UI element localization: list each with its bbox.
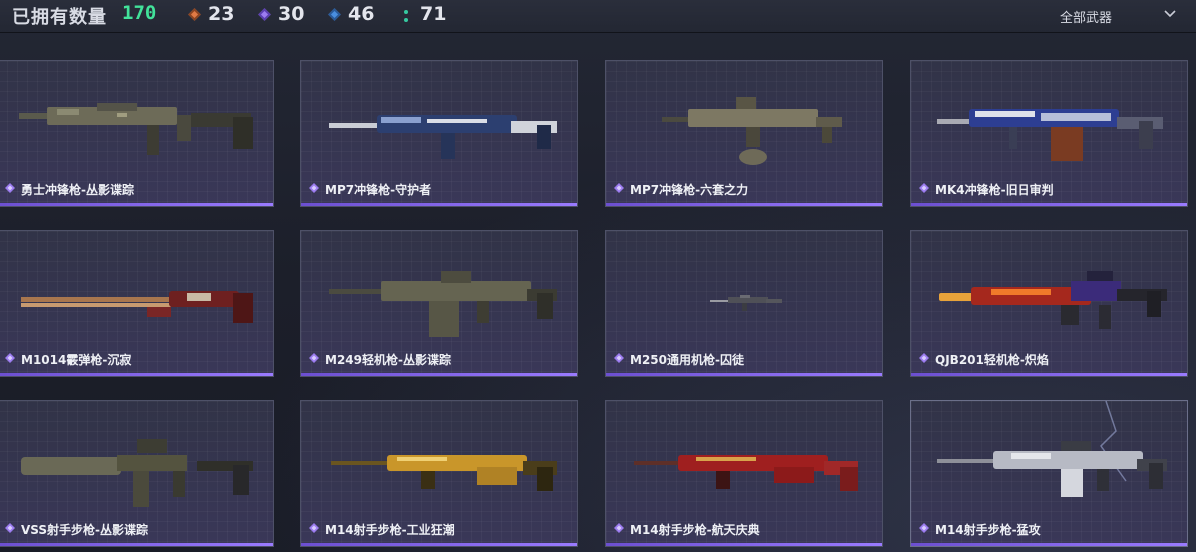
weapon-image [634, 455, 858, 491]
weapon-name: M1014霰弹枪-沉寂 [21, 353, 132, 367]
rarity-bar [606, 373, 882, 376]
collection-header: 已拥有数量 170 23 30 46 71 全部武器 [0, 0, 1196, 33]
weapon-image [19, 103, 253, 155]
rarity-bar [606, 543, 882, 546]
weapon-name: M249轻机枪-丛影谍踪 [325, 353, 451, 367]
weapon-card[interactable]: M14射手步枪-航天庆典 [605, 400, 883, 547]
purple-diamond-icon [614, 353, 624, 363]
blue-rarity-count: 46 [348, 3, 375, 25]
green-rarity-count: 71 [420, 3, 447, 25]
weapon-name: M14射手步枪-航天庆典 [630, 523, 760, 537]
purple-rarity-count: 30 [278, 3, 305, 25]
blue-diamond-icon [328, 8, 341, 21]
purple-diamond-icon [5, 353, 15, 363]
weapon-card[interactable]: M14射手步枪-猛攻 [910, 400, 1188, 547]
weapon-image [937, 401, 1167, 497]
purple-diamond-icon [614, 523, 624, 533]
weapon-image [331, 455, 557, 491]
weapon-name: MK4冲锋枪-旧日审判 [935, 183, 1054, 197]
weapon-card[interactable]: MK4冲锋枪-旧日审判 [910, 60, 1188, 207]
armory-page: 已拥有数量 170 23 30 46 71 全部武器 勇士冲锋枪-丛影谍踪 MP… [0, 0, 1196, 552]
weapon-card[interactable]: VSS射手步枪-丛影谍踪 [0, 400, 274, 547]
weapon-name: M14射手步枪-工业狂潮 [325, 523, 455, 537]
weapon-name: M250通用机枪-囚徒 [630, 353, 744, 367]
rarity-bar [0, 543, 273, 546]
weapon-image [939, 271, 1167, 329]
owned-label: 已拥有数量 [12, 7, 107, 28]
weapon-image [329, 271, 557, 337]
weapon-name: 勇士冲锋枪-丛影谍踪 [21, 183, 134, 197]
weapon-card[interactable]: QJB201轻机枪-炽焰 [910, 230, 1188, 377]
rarity-bar [301, 203, 577, 206]
purple-diamond-icon [919, 183, 929, 193]
weapon-image [662, 97, 842, 165]
rarity-bar [911, 203, 1187, 206]
purple-diamond-icon [309, 183, 319, 193]
green-dots-icon [404, 8, 408, 22]
weapon-image [937, 109, 1163, 161]
rarity-bar [301, 543, 577, 546]
purple-diamond-icon [5, 183, 15, 193]
weapon-name: MP7冲锋枪-六套之力 [630, 183, 749, 197]
weapon-name: M14射手步枪-猛攻 [935, 523, 1041, 537]
rarity-bar [911, 543, 1187, 546]
weapon-card[interactable]: M14射手步枪-工业狂潮 [300, 400, 578, 547]
purple-diamond-icon [309, 523, 319, 533]
weapon-card[interactable]: M250通用机枪-囚徒 [605, 230, 883, 377]
weapon-image [710, 295, 782, 311]
weapon-image [21, 439, 253, 507]
purple-diamond-icon [614, 183, 624, 193]
weapon-name: VSS射手步枪-丛影谍踪 [21, 523, 149, 537]
orange-diamond-icon [188, 8, 201, 21]
purple-diamond-icon [258, 8, 271, 21]
weapon-image [21, 291, 253, 323]
weapon-card[interactable]: 勇士冲锋枪-丛影谍踪 [0, 60, 274, 207]
owned-count: 170 [122, 2, 157, 24]
purple-diamond-icon [309, 353, 319, 363]
weapon-card[interactable]: M1014霰弹枪-沉寂 [0, 230, 274, 377]
rarity-bar [0, 203, 273, 206]
orange-rarity-count: 23 [208, 3, 235, 25]
chevron-down-icon[interactable] [1163, 6, 1177, 20]
weapon-name: QJB201轻机枪-炽焰 [935, 353, 1049, 367]
purple-diamond-icon [919, 523, 929, 533]
weapon-card[interactable]: MP7冲锋枪-六套之力 [605, 60, 883, 207]
rarity-bar [301, 373, 577, 376]
weapon-name: MP7冲锋枪-守护者 [325, 183, 432, 197]
weapon-filter-dropdown[interactable]: 全部武器 [1060, 7, 1112, 26]
rarity-bar [0, 373, 273, 376]
purple-diamond-icon [919, 353, 929, 363]
rarity-bar [911, 373, 1187, 376]
weapon-card[interactable]: M249轻机枪-丛影谍踪 [300, 230, 578, 377]
weapon-card[interactable]: MP7冲锋枪-守护者 [300, 60, 578, 207]
purple-diamond-icon [5, 523, 15, 533]
weapon-image [329, 115, 557, 159]
rarity-bar [606, 203, 882, 206]
